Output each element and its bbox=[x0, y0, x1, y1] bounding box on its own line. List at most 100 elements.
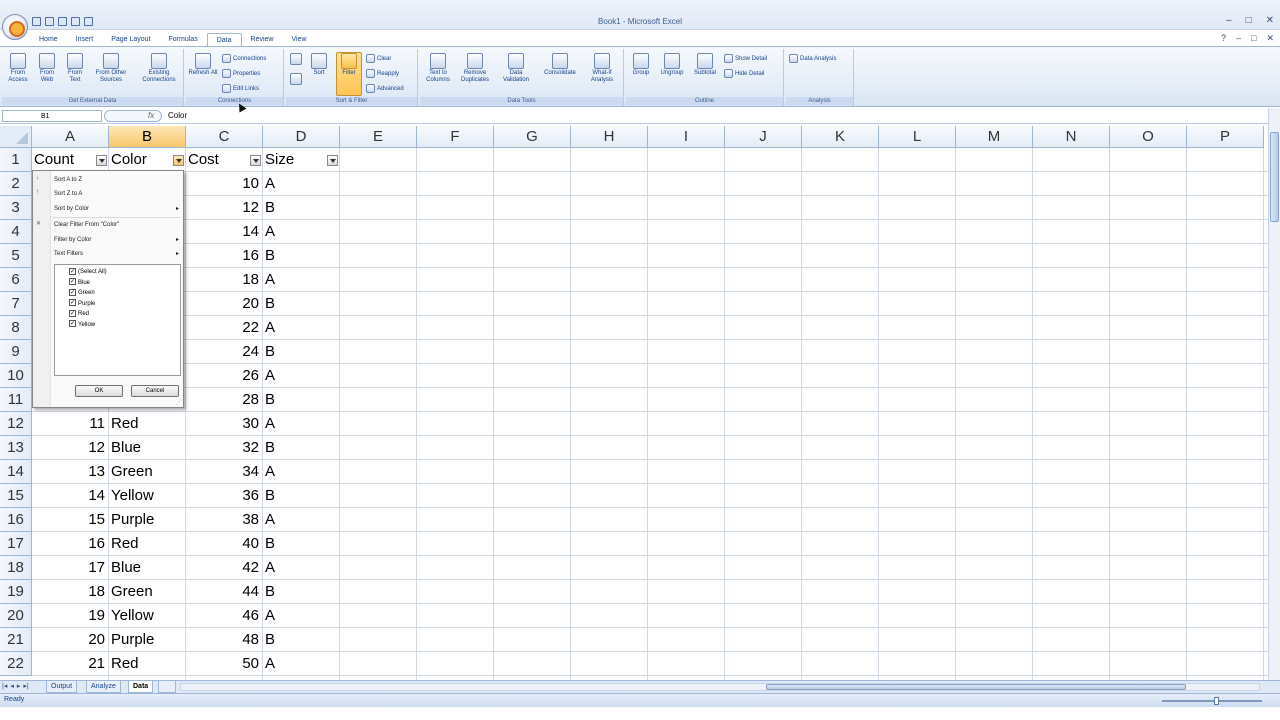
cost-cell[interactable]: 14 bbox=[186, 220, 262, 244]
row-header[interactable]: 9 bbox=[0, 340, 32, 364]
select-all-button[interactable] bbox=[0, 126, 32, 148]
column-header-h[interactable]: H bbox=[571, 126, 648, 148]
size-cell[interactable]: A bbox=[263, 268, 339, 292]
color-cell[interactable]: Blue bbox=[109, 436, 185, 460]
tab-data[interactable]: Data bbox=[206, 33, 242, 46]
sheet-tab-output[interactable]: Output bbox=[46, 681, 78, 693]
size-cell[interactable]: A bbox=[263, 604, 339, 628]
size-cell[interactable]: A bbox=[263, 412, 339, 436]
column-header-b[interactable]: B bbox=[109, 126, 186, 148]
cost-cell[interactable]: 50 bbox=[186, 652, 262, 676]
size-cell[interactable]: B bbox=[263, 532, 339, 556]
checkbox-checked-icon[interactable]: ✓ bbox=[69, 309, 76, 317]
column-header-n[interactable]: N bbox=[1033, 126, 1110, 148]
row-header[interactable]: 7 bbox=[0, 292, 32, 316]
count-cell[interactable]: 15 bbox=[32, 508, 108, 532]
size-cell[interactable]: B bbox=[263, 436, 339, 460]
row-header[interactable]: 6 bbox=[0, 268, 32, 292]
filter-dropdown-icon[interactable] bbox=[327, 155, 338, 166]
size-cell[interactable]: B bbox=[263, 388, 339, 412]
column-header-d[interactable]: D bbox=[263, 126, 340, 148]
color-cell[interactable]: Red bbox=[109, 532, 185, 556]
workbook-minimize-icon[interactable]: – bbox=[1236, 33, 1241, 44]
sort-az-button[interactable] bbox=[288, 53, 304, 66]
color-cell[interactable]: Green bbox=[109, 580, 185, 604]
cost-cell[interactable]: 22 bbox=[186, 316, 262, 340]
remove-duplicates-button[interactable]: Remove Duplicates bbox=[456, 53, 494, 84]
cost-cell[interactable]: 24 bbox=[186, 340, 262, 364]
cost-cell[interactable]: 44 bbox=[186, 580, 262, 604]
count-cell[interactable]: 19 bbox=[32, 604, 108, 628]
tab-formulas[interactable]: Formulas bbox=[160, 33, 207, 46]
tab-insert[interactable]: Insert bbox=[67, 33, 103, 46]
column-header-e[interactable]: E bbox=[340, 126, 417, 148]
row-header[interactable]: 20 bbox=[0, 604, 32, 628]
name-box[interactable]: B1 bbox=[2, 110, 102, 122]
color-cell[interactable]: Blue bbox=[109, 556, 185, 580]
minimize-icon[interactable]: – bbox=[1226, 15, 1232, 26]
clear-button[interactable]: Clear bbox=[366, 54, 391, 63]
from-text-button[interactable]: From Text bbox=[62, 53, 88, 84]
count-cell[interactable]: 16 bbox=[32, 532, 108, 556]
menu-sort-by-color[interactable]: Sort by Color ▸ bbox=[54, 203, 182, 215]
size-cell[interactable]: A bbox=[263, 508, 339, 532]
column-header-o[interactable]: O bbox=[1110, 126, 1187, 148]
first-sheet-icon[interactable]: |◂ bbox=[2, 682, 7, 690]
close-icon[interactable]: ✕ bbox=[1266, 15, 1274, 26]
filter-dropdown-icon[interactable] bbox=[96, 155, 107, 166]
color-cell[interactable]: Yellow bbox=[109, 484, 185, 508]
filter-dropdown-icon[interactable] bbox=[173, 155, 184, 166]
size-cell[interactable]: A bbox=[263, 364, 339, 388]
checkbox-checked-icon[interactable]: ✓ bbox=[69, 278, 76, 286]
count-cell[interactable]: 17 bbox=[32, 556, 108, 580]
size-cell[interactable]: B bbox=[263, 244, 339, 268]
vertical-scrollbar[interactable] bbox=[1268, 108, 1280, 680]
row-header[interactable]: 21 bbox=[0, 628, 32, 652]
ok-button[interactable]: OK bbox=[75, 385, 123, 397]
row-header[interactable]: 17 bbox=[0, 532, 32, 556]
size-cell[interactable]: A bbox=[263, 652, 339, 676]
resize-grip-icon[interactable]: ⋰ bbox=[176, 399, 182, 406]
office-button[interactable] bbox=[2, 14, 28, 40]
column-header-l[interactable]: L bbox=[879, 126, 956, 148]
filter-button[interactable]: Filter bbox=[336, 52, 362, 96]
checkbox-checked-icon[interactable]: ✓ bbox=[69, 320, 76, 328]
sort-button[interactable]: Sort bbox=[306, 53, 332, 77]
cost-cell[interactable]: 40 bbox=[186, 532, 262, 556]
row-header[interactable]: 2 bbox=[0, 172, 32, 196]
insert-sheet-icon[interactable] bbox=[158, 681, 176, 693]
size-cell[interactable]: B bbox=[263, 292, 339, 316]
menu-text-filters[interactable]: Text Filters ▸ bbox=[54, 248, 182, 260]
row-header[interactable]: 13 bbox=[0, 436, 32, 460]
ungroup-button[interactable]: Ungroup bbox=[656, 53, 688, 77]
count-cell[interactable]: 14 bbox=[32, 484, 108, 508]
consolidate-button[interactable]: Consolidate bbox=[538, 53, 582, 77]
subtotal-button[interactable]: Subtotal bbox=[690, 53, 720, 77]
workbook-close-icon[interactable]: ✕ bbox=[1266, 33, 1274, 44]
row-header[interactable]: 16 bbox=[0, 508, 32, 532]
row-header[interactable]: 8 bbox=[0, 316, 32, 340]
text-to-columns-button[interactable]: Text to Columns bbox=[422, 53, 454, 84]
zoom-slider[interactable] bbox=[1152, 697, 1272, 705]
from-other-sources-button[interactable]: From Other Sources bbox=[90, 53, 132, 84]
count-cell[interactable]: 21 bbox=[32, 652, 108, 676]
filter-checkbox-item[interactable]: ✓ Red bbox=[69, 309, 89, 319]
cost-cell[interactable]: 46 bbox=[186, 604, 262, 628]
vertical-scroll-thumb[interactable] bbox=[1270, 132, 1279, 222]
row-header[interactable]: 19 bbox=[0, 580, 32, 604]
filter-checklist[interactable]: ✓ (Select All) ✓ Blue ✓ Green ✓ Purple ✓ Red ✓ Yell… bbox=[54, 264, 181, 376]
count-cell[interactable]: 11 bbox=[32, 412, 108, 436]
row-header[interactable]: 22 bbox=[0, 652, 32, 676]
sheet-tab-data[interactable]: Data bbox=[128, 681, 154, 693]
column-header-m[interactable]: M bbox=[956, 126, 1033, 148]
column-header-k[interactable]: K bbox=[802, 126, 879, 148]
color-cell[interactable]: Purple bbox=[109, 508, 185, 532]
column-header-j[interactable]: J bbox=[725, 126, 802, 148]
color-cell[interactable]: Yellow bbox=[109, 604, 185, 628]
cost-cell[interactable]: 38 bbox=[186, 508, 262, 532]
checkbox-checked-icon[interactable]: ✓ bbox=[69, 299, 76, 307]
row-header[interactable]: 3 bbox=[0, 196, 32, 220]
cost-cell[interactable]: 32 bbox=[186, 436, 262, 460]
tab-view[interactable]: View bbox=[282, 33, 315, 46]
color-cell[interactable]: Red bbox=[109, 652, 185, 676]
